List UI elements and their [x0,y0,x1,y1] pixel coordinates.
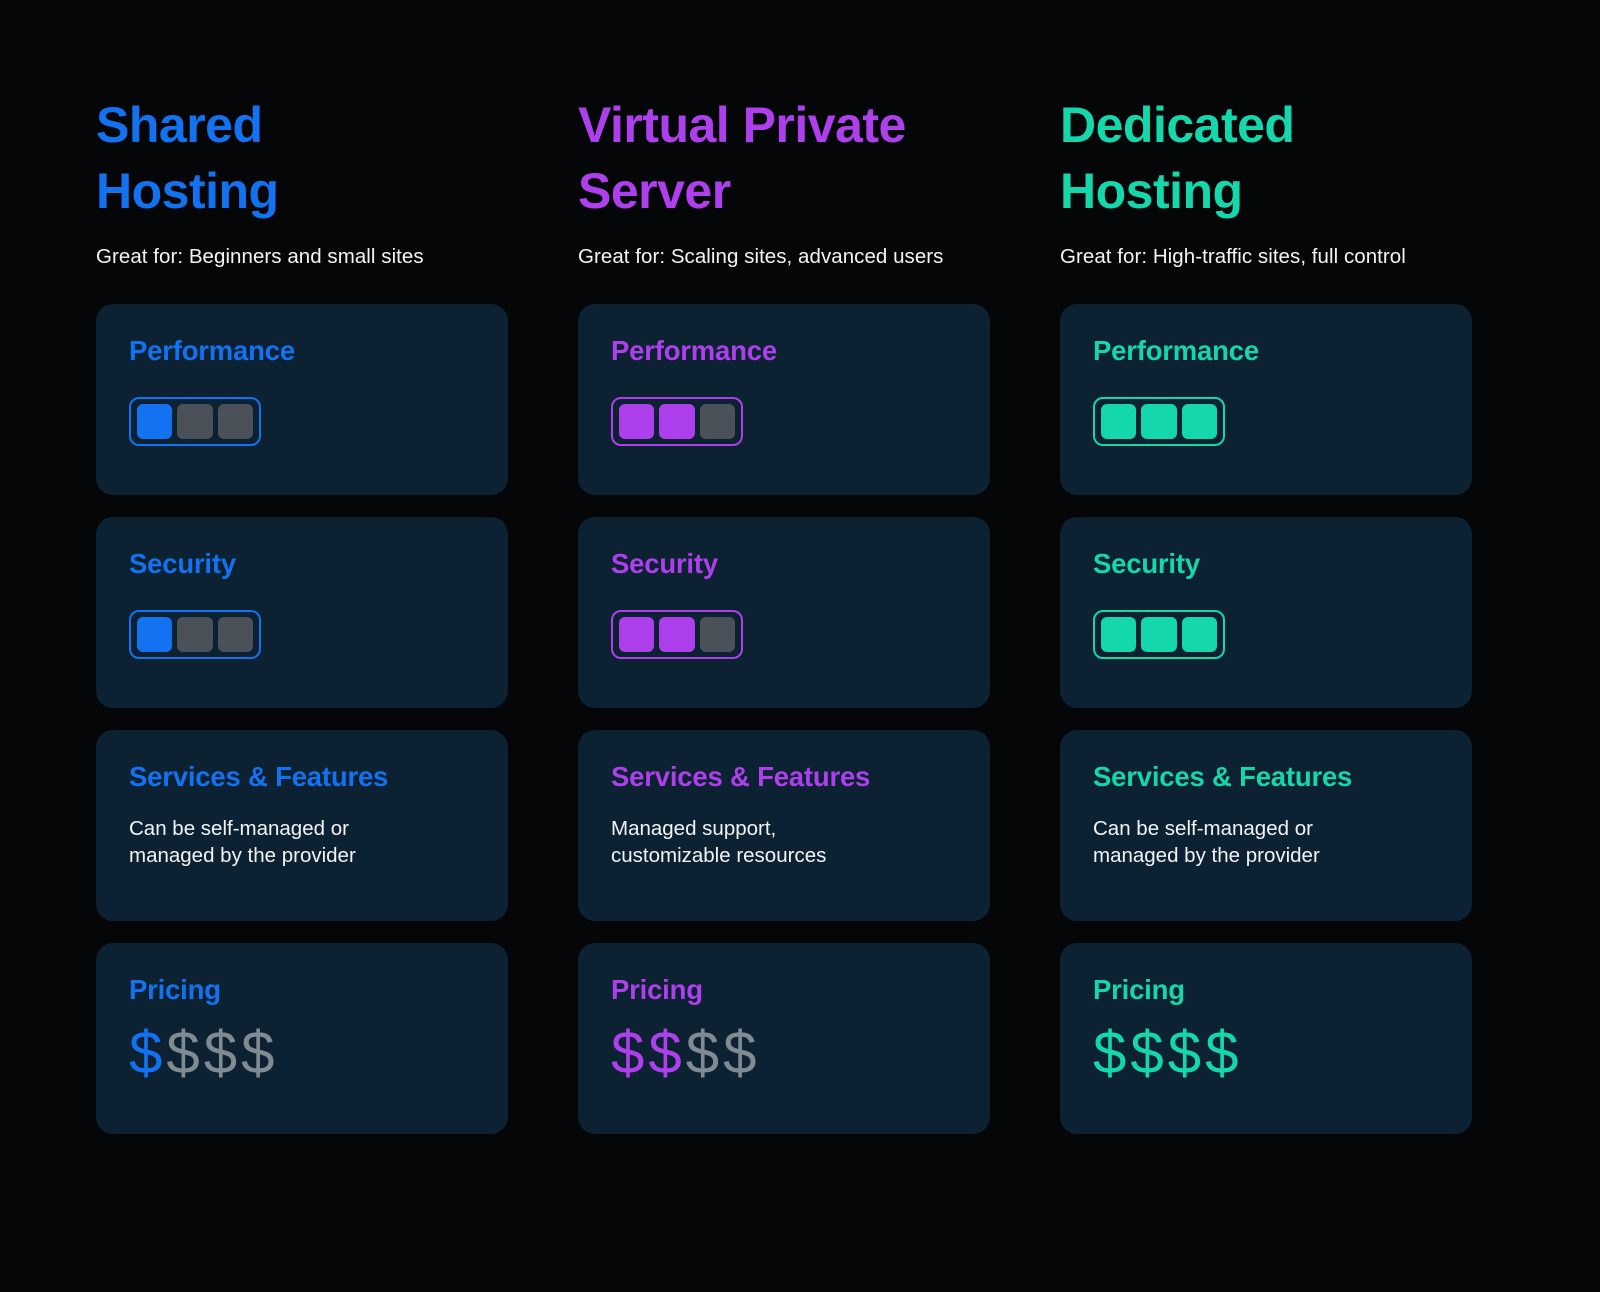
plan-cards: Performance Security Services & Features Ca… [96,304,508,1134]
plan-subtitle: Great for: Scaling sites, advanced users [578,245,944,268]
rating-meter [611,397,743,446]
plan-cards: Performance Security Services & Features Ma… [578,304,990,1134]
meter-segment-filled [1181,617,1217,652]
card-title: Performance [611,335,777,366]
comparison-columns: Shared Hosting Great for: Beginners and s… [0,0,1600,1134]
meter-segment-filled [137,617,173,652]
plan-header-virtual-private-server: Virtual Private Server Great for: Scaling… [578,92,990,304]
plan-cards: Performance Security Services & Features Ca… [1060,304,1472,1134]
plan-title: Virtual Private Server [578,97,906,219]
meter-segment-empty [217,404,253,439]
card-title: Performance [1093,335,1259,366]
card-pricing: Pricing $ $ $ $ [578,943,990,1134]
card-performance: Performance [96,304,508,495]
plan-title: Shared Hosting [96,97,279,219]
dollar-icon-filled: $ [1167,1019,1202,1086]
dollar-icon-empty: $ [241,1019,275,1086]
card-title: Services & Features [129,761,389,792]
card-title: Pricing [611,974,703,1005]
rating-meter [1093,397,1225,446]
meter-segment-filled [659,404,695,439]
card-performance: Performance [578,304,990,495]
meter-segment-empty [699,617,735,652]
card-description: Can be self-managed or managed by the pr… [1093,817,1320,868]
dollar-icon-empty: $ [685,1019,720,1086]
card-title: Performance [129,335,295,366]
card-security: Security [1060,517,1472,708]
meter-segment-empty [699,404,735,439]
dollar-icon-filled: $ [1205,1019,1239,1086]
price-rating: $ $ $ $ [611,1020,957,1086]
plan-column-dedicated-hosting: Dedicated Hosting Great for: High-traffic… [1060,92,1472,1134]
dollar-icon-empty: $ [723,1019,757,1086]
card-security: Security [578,517,990,708]
card-title: Security [1093,548,1200,579]
price-rating: $ $ $ $ [1093,1020,1439,1086]
meter-segment-filled [619,617,655,652]
meter-segment-filled [619,404,655,439]
price-rating: $ $ $ $ [129,1020,475,1086]
meter-segment-filled [1141,617,1177,652]
card-title: Services & Features [611,761,871,792]
dollar-icon-filled: $ [129,1019,163,1086]
card-services-features: Services & Features Managed support, cust… [578,730,990,921]
plan-header-dedicated-hosting: Dedicated Hosting Great for: High-traffic… [1060,92,1472,304]
meter-segment-filled [659,617,695,652]
plan-header-shared-hosting: Shared Hosting Great for: Beginners and s… [96,92,508,304]
meter-segment-empty [177,404,213,439]
dollar-icon-filled: $ [611,1019,645,1086]
meter-segment-filled [1101,404,1137,439]
meter-segment-filled [1101,617,1137,652]
plan-title: Dedicated Hosting [1060,97,1295,219]
dollar-icon-filled: $ [1093,1019,1127,1086]
card-description: Can be self-managed or managed by the pr… [129,817,356,868]
dollar-icon-filled: $ [648,1019,682,1086]
card-title: Pricing [129,974,221,1005]
dollar-icon-empty: $ [203,1019,238,1086]
card-pricing: Pricing $ $ $ $ [1060,943,1472,1134]
meter-segment-filled [1181,404,1217,439]
rating-meter [129,397,261,446]
rating-meter [129,610,261,659]
plan-column-shared-hosting: Shared Hosting Great for: Beginners and s… [96,92,508,1134]
card-title: Services & Features [1093,761,1353,792]
dollar-icon-filled: $ [1130,1019,1164,1086]
card-performance: Performance [1060,304,1472,495]
card-services-features: Services & Features Can be self-managed o… [1060,730,1472,921]
card-pricing: Pricing $ $ $ $ [96,943,508,1134]
plan-subtitle: Great for: Beginners and small sites [96,245,424,268]
card-title: Security [611,548,718,579]
meter-segment-filled [137,404,173,439]
rating-meter [1093,610,1225,659]
dollar-icon-empty: $ [166,1019,200,1086]
meter-segment-filled [1141,404,1177,439]
plan-column-virtual-private-server: Virtual Private Server Great for: Scaling… [578,92,990,1134]
card-title: Pricing [1093,974,1185,1005]
meter-segment-empty [177,617,213,652]
card-services-features: Services & Features Can be self-managed o… [96,730,508,921]
hosting-comparison-board: Shared Hosting Great for: Beginners and s… [0,0,1600,1292]
card-security: Security [96,517,508,708]
card-title: Security [129,548,236,579]
rating-meter [611,610,743,659]
plan-subtitle: Great for: High-traffic sites, full cont… [1060,245,1406,268]
meter-segment-empty [217,617,253,652]
card-description: Managed support, customizable resources [611,817,827,868]
